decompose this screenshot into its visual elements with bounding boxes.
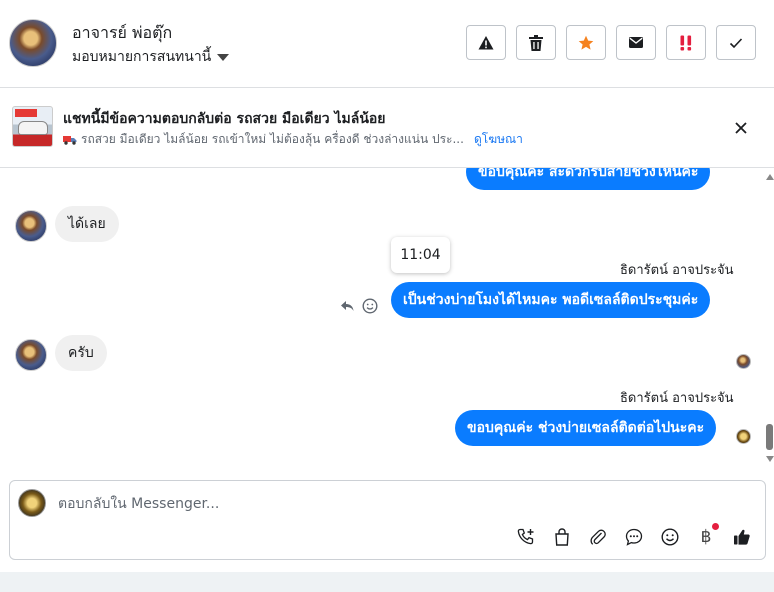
chat-bubble-icon	[625, 528, 643, 546]
contact-avatar[interactable]	[9, 19, 57, 67]
trash-icon	[529, 34, 543, 51]
react-emoji-icon[interactable]	[362, 298, 378, 314]
emoji-button[interactable]	[660, 527, 680, 547]
incoming-message[interactable]: ครับ	[55, 335, 107, 371]
thumbs-up-icon	[734, 529, 750, 545]
saved-replies-button[interactable]	[624, 527, 644, 547]
bottom-strip	[0, 572, 774, 592]
scroll-up-arrow[interactable]	[766, 174, 774, 180]
contact-avatar-small[interactable]	[15, 339, 47, 371]
incoming-message[interactable]: ได้เลย	[55, 206, 119, 242]
payment-button[interactable]: ฿	[696, 523, 719, 547]
scroll-thumb[interactable]	[766, 424, 773, 450]
truck-icon	[63, 135, 77, 145]
ad-subtitle: รถสวย มือเดียว ไมล์น้อย รถเข้าใหม่ ไม่ต้…	[81, 132, 464, 146]
reply-input[interactable]	[58, 494, 558, 514]
like-button[interactable]	[732, 527, 752, 547]
outgoing-message[interactable]: ขอบคุณค่ะ สะดวกรบสายช่วงไหนคะ	[466, 168, 711, 190]
contact-avatar-small[interactable]	[15, 210, 47, 242]
timestamp-tooltip: 11:04	[391, 237, 450, 273]
phone-plus-icon	[517, 528, 534, 545]
composer-toolbar: ฿	[516, 523, 752, 547]
ad-subtitle-row: รถสวย มือเดียว ไมล์น้อย รถเข้าใหม่ ไม่ต้…	[63, 130, 523, 149]
ad-thumbnail[interactable]	[12, 106, 53, 147]
star-button[interactable]	[566, 25, 606, 60]
outgoing-message[interactable]: ขอบคุณค่ะ ช่วงบ่ายเซลล์ติดต่อไปนะคะ	[455, 410, 717, 446]
view-ad-link[interactable]: ดูโฆษณา	[474, 130, 523, 149]
conversation-header: อาจารย์ พ่อตุ๊ก มอบหมายการสนทนานี้	[0, 0, 774, 88]
car-image	[18, 121, 48, 135]
warning-icon	[478, 35, 494, 49]
caret-down-icon	[217, 54, 230, 61]
envelope-icon	[629, 37, 643, 48]
follow-up-button[interactable]	[666, 25, 706, 60]
scroll-down-arrow[interactable]	[766, 456, 774, 462]
mark-unread-button[interactable]	[616, 25, 656, 60]
assign-label: มอบหมายการสนทนานี้	[72, 49, 212, 65]
message-composer: ฿	[9, 480, 766, 560]
contact-name[interactable]: อาจารย์ พ่อตุ๊ก	[72, 21, 172, 46]
sender-name: ธิดารัตน์ อาจประจัน	[620, 263, 734, 278]
thread-scrollbar[interactable]	[764, 168, 774, 468]
outgoing-message[interactable]: เป็นช่วงบ่ายโมงได้ไหมคะ พอดีเซลล์ติดประช…	[391, 282, 711, 318]
baht-icon: ฿	[700, 527, 712, 547]
message-thread[interactable]: ขอบคุณค่ะ สะดวกรบสายช่วงไหนคะ ได้เลย 11:…	[0, 168, 774, 468]
ad-reply-banner: แชทนี้มีข้อความตอบกลับต่อ รถสวย มือเดียว…	[0, 88, 774, 168]
spam-report-button[interactable]	[466, 25, 506, 60]
delete-button[interactable]	[516, 25, 556, 60]
double-exclamation-icon	[680, 35, 692, 50]
mark-done-button[interactable]	[716, 25, 756, 60]
page-avatar	[18, 489, 46, 517]
star-icon	[578, 35, 594, 50]
notification-dot	[712, 523, 719, 530]
shop-button[interactable]	[552, 527, 572, 547]
sender-name: ธิดารัตน์ อาจประจัน	[620, 391, 734, 406]
attach-button[interactable]	[588, 527, 608, 547]
paperclip-icon	[590, 529, 606, 545]
call-button[interactable]	[516, 527, 536, 547]
page-avatar-tiny	[736, 429, 751, 444]
assign-conversation-dropdown[interactable]: มอบหมายการสนทนานี้	[72, 46, 230, 68]
smiley-icon	[661, 528, 679, 546]
shopping-bag-icon	[555, 528, 569, 546]
seen-receipt-avatar	[736, 354, 751, 369]
message-actions	[340, 298, 378, 314]
close-icon[interactable]	[733, 120, 749, 136]
check-icon	[729, 37, 743, 48]
ad-title: แชทนี้มีข้อความตอบกลับต่อ รถสวย มือเดียว…	[63, 111, 386, 127]
ad-price-tag	[15, 109, 37, 117]
header-actions	[466, 25, 756, 60]
reply-icon[interactable]	[340, 300, 354, 312]
